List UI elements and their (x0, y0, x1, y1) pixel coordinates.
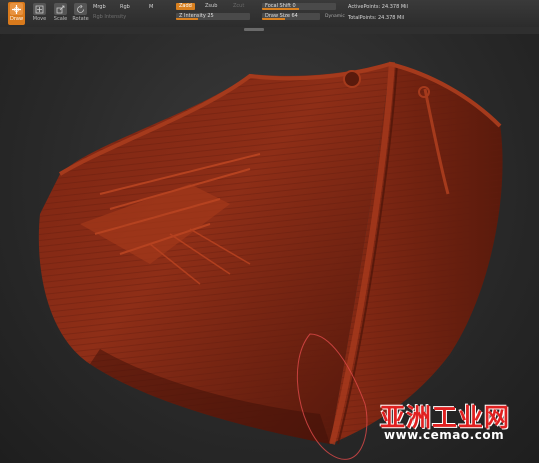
move-icon (33, 3, 46, 15)
watermark-url: www.cemao.com (384, 428, 505, 442)
z-intensity-label: Z Intensity 25 (179, 13, 214, 19)
draw-label: Draw (9, 16, 24, 22)
zsub-button[interactable]: Zsub (202, 3, 220, 10)
move-label: Move (32, 16, 47, 22)
scale-icon (54, 3, 67, 15)
draw-icon (10, 3, 23, 15)
focal-shift-label: Focal Shift 0 (265, 3, 296, 9)
draw-button[interactable]: Draw (8, 2, 25, 25)
rotate-label: Rotate (72, 16, 89, 22)
scale-button[interactable]: Scale (52, 2, 69, 25)
zadd-button[interactable]: Zadd (176, 3, 195, 10)
dynamic-toggle[interactable]: Dynamic (325, 14, 345, 20)
draw-size-label: Draw Size 64 (265, 13, 298, 19)
move-button[interactable]: Move (31, 2, 48, 25)
active-points-readout: ActivePoints: 24.378 Mil (348, 4, 408, 10)
rotate-button[interactable]: Rotate (72, 2, 89, 25)
rotate-icon (74, 3, 87, 15)
total-points-readout: TotalPoints: 24.378 Mil (348, 15, 405, 21)
sculpt-viewport[interactable]: 亚洲工业网 www.cemao.com (0, 34, 539, 463)
toolbar-divider (0, 27, 539, 34)
mrgb-toggle[interactable]: Mrgb (93, 4, 106, 10)
draw-size-slider[interactable]: Draw Size 64 (262, 13, 320, 20)
top-toolbar: Draw Move Scale Rotate Mrgb Rgb M Rgb In… (0, 0, 539, 28)
toolbar-collapse-handle[interactable] (244, 28, 264, 31)
m-toggle[interactable]: M (149, 4, 153, 10)
scale-label: Scale (53, 16, 68, 22)
rgb-intensity-slider[interactable]: Rgb Intensity (93, 14, 126, 20)
zcut-button[interactable]: Zcut (230, 3, 247, 10)
rgb-toggle[interactable]: Rgb (120, 4, 130, 10)
porthole-icon (343, 70, 361, 88)
z-intensity-slider[interactable]: Z Intensity 25 (176, 13, 250, 20)
focal-shift-slider[interactable]: Focal Shift 0 (262, 3, 336, 10)
